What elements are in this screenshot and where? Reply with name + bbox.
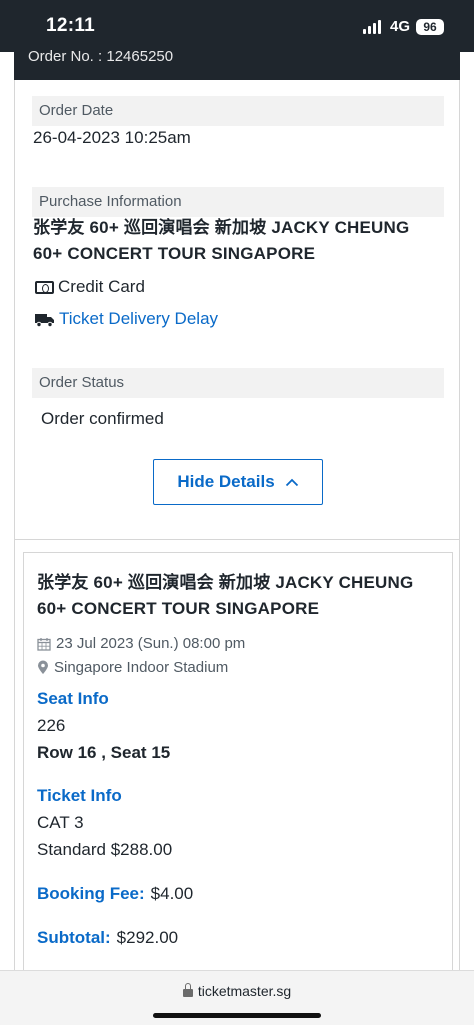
event-datetime: 23 Jul 2023 (Sun.) 08:00 pm [37, 635, 245, 652]
event-venue: Singapore Indoor Stadium [37, 659, 228, 676]
order-number: Order No. : 12465250 [28, 48, 174, 65]
hide-details-button[interactable]: Hide Details [153, 459, 323, 505]
event-venue-text: Singapore Indoor Stadium [54, 659, 229, 676]
ticket-delivery-link[interactable]: Ticket Delivery Delay [35, 309, 218, 329]
status-indicators: 4G 96 [362, 18, 444, 35]
booking-fee-value: $4.00 [150, 884, 194, 903]
seat-row-seat: Row 16 , Seat 15 [37, 743, 171, 762]
seat-section: 226 [37, 716, 66, 735]
ticket-category: CAT 3 [37, 813, 84, 832]
order-number-header: Order No. : 12465250 [14, 44, 460, 80]
purchase-info-label: Purchase Information [32, 187, 444, 217]
browser-address-bar[interactable]: ticketmaster.sg [0, 970, 474, 1025]
subtotal-row: Subtotal: $292.00 [37, 928, 178, 948]
url-display[interactable]: ticketmaster.sg [0, 983, 474, 999]
ticket-delivery-label[interactable]: Ticket Delivery Delay [59, 309, 218, 329]
network-type: 4G [389, 18, 410, 35]
booking-fee-label: Booking Fee: [37, 884, 145, 903]
subtotal-value: $292.00 [116, 928, 179, 947]
battery-icon: 96 [416, 18, 444, 35]
calendar-icon [37, 637, 51, 651]
event-card-container: 张学友 60+ 巡回演唱会 新加坡 JACKY CHEUNG 60+ CONCE… [14, 540, 460, 972]
lock-icon [182, 983, 193, 997]
url-text[interactable]: ticketmaster.sg [198, 983, 291, 999]
order-status-value: Order confirmed [41, 409, 164, 428]
event-title: 张学友 60+ 巡回演唱会 新加坡 JACKY CHEUNG 60+ CONCE… [37, 573, 414, 618]
hide-details-label: Hide Details [177, 472, 275, 491]
subtotal-label: Subtotal: [37, 928, 111, 947]
ticket-price: Standard $288.00 [37, 840, 173, 859]
booking-fee-row: Booking Fee: $4.00 [37, 884, 193, 904]
payment-method: Credit Card [35, 277, 145, 297]
location-pin-icon [38, 660, 48, 674]
order-date-label: Order Date [32, 96, 444, 126]
event-card: 张学友 60+ 巡回演唱会 新加坡 JACKY CHEUNG 60+ CONCE… [23, 552, 453, 972]
ticket-info-heading: Ticket Info [37, 786, 122, 805]
seat-info-heading: Seat Info [37, 689, 109, 708]
signal-icon [362, 19, 381, 34]
truck-icon [35, 313, 54, 327]
money-icon [35, 280, 54, 294]
order-date-value: 26-04-2023 10:25am [33, 128, 191, 147]
home-indicator[interactable] [153, 1013, 321, 1018]
payment-method-label: Credit Card [58, 277, 145, 296]
status-time: 12:11 [46, 15, 96, 36]
order-status-label: Order Status [32, 368, 444, 398]
purchase-event-title: 张学友 60+ 巡回演唱会 新加坡 JACKY CHEUNG 60+ CONCE… [33, 218, 410, 263]
order-details-panel: Order Date 26-04-2023 10:25am Purchase I… [14, 80, 460, 540]
chevron-up-icon [285, 478, 298, 486]
event-datetime-text: 23 Jul 2023 (Sun.) 08:00 pm [56, 635, 246, 652]
